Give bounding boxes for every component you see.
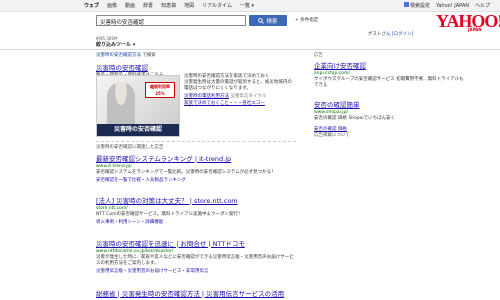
checkbox-icon — [403, 2, 409, 7]
result-url: www.nttdocomo.co.jp/biz/disaster/ — [96, 249, 174, 254]
top-nav: ウェブ 画像 動画 辞書 知恵袋 地図 リアルタイム 一覧 ▾ 検索設定 Yah… — [0, 0, 500, 12]
login-link[interactable]: さん [ログイン] — [382, 32, 414, 37]
result-sublinks[interactable]: 災害用伝言板・災害用音声お届けサービス・非常用伝言 — [96, 268, 296, 274]
search-icon — [258, 17, 265, 24]
header-divider — [0, 49, 500, 50]
featured-sublinks[interactable]: 家族で決めておくこと・・・各社エコー — [184, 101, 294, 107]
safe-search-label: 検索設定 — [409, 3, 430, 9]
ads-label: 広告 — [314, 53, 323, 58]
related-ads-label: 災害時の安否確認に関連した広告 — [96, 141, 296, 150]
page: ウェブ 画像 動画 辞書 知恵袋 地図 リアルタイム 一覧 ▾ 検索設定 Yah… — [0, 0, 500, 300]
result-url: www.it-trend.jp/ — [96, 164, 132, 169]
result-item: 災害時の安否確認を迅速に | お問合せ | NTTドコモ www.nttdoco… — [96, 238, 296, 274]
yahoo-logo-sub: JAPAN — [468, 27, 482, 32]
featured-text: 災害時の安否確認方法を家族で決めておく 災害発生時は大量の電話が殺到すると、被災… — [184, 74, 294, 107]
filter-tools[interactable]: 絞り込みツール ▾ — [96, 41, 135, 48]
result-url: store.ntt.com/ — [96, 206, 128, 211]
conditions-link[interactable]: + 条件指定 — [295, 17, 318, 23]
ad-url: www.shopai.jp/ — [314, 110, 348, 115]
user-guest: ゲスト — [368, 32, 382, 37]
result-item: 総務省 | 災害発生時の安否確認方法 | 災害用伝言サービスの活用 — [96, 288, 296, 298]
ad-url: anpi.cstap.com/ — [314, 71, 350, 76]
featured-title[interactable]: 災害時の安否確認 — [96, 62, 296, 72]
result-title[interactable]: [法人] 災害時の対策は大丈夫？ | store.ntt.com — [96, 195, 296, 205]
tab-list[interactable]: 一覧 ▾ — [240, 2, 254, 9]
tab-chiebukuro[interactable]: 知恵袋 — [161, 2, 176, 9]
featured-link[interactable]: 災害伝言ダイヤル — [230, 94, 266, 99]
result-sublinks[interactable]: 安否確認を一覧で比較・人気製品ランキング — [96, 177, 296, 183]
search-button[interactable]: 検索 — [249, 15, 287, 26]
tab-image[interactable]: 画像 — [107, 2, 117, 9]
breadcrumb: 災害時の安否確認方法 で検索 — [96, 52, 156, 58]
breadcrumb-keyword[interactable]: 災害時の安否確認方法 — [96, 53, 141, 58]
result-item: 最新安否確認システムランキング | it-trend.jp www.it-tre… — [96, 153, 296, 183]
ads-about-link[interactable]: 広告掲載について — [314, 132, 464, 138]
safe-search-checkbox[interactable]: 検索設定 — [403, 2, 430, 9]
ad-title[interactable]: 安否の確認簡単 — [314, 99, 464, 109]
result-item: [法人] 災害時の対策は大丈夫？ | store.ntt.com store.n… — [96, 195, 296, 225]
search-input[interactable]: 災害時の安否確認 — [96, 15, 246, 26]
tab-video[interactable]: 動画 — [125, 2, 135, 9]
tab-dictionary[interactable]: 辞書 — [143, 2, 153, 9]
ad-title[interactable]: 企業向け安否確認 — [314, 60, 464, 70]
result-title[interactable]: 総務省 | 災害発生時の安否確認方法 | 災害用伝言サービスの活用 — [96, 288, 296, 298]
user-row: ゲストさん [ログイン] — [368, 31, 413, 37]
result-title[interactable]: 災害時の安否確認を迅速に | お問合せ | NTTドコモ — [96, 238, 296, 248]
yahoo-japan-link[interactable]: Yahoo! JAPAN — [436, 3, 469, 9]
ad-desc: 安否の確認 価格 Shopaiでいちばん安く — [314, 116, 396, 121]
result-title[interactable]: 最新安否確認システムランキング | it-trend.jp — [96, 153, 296, 163]
featured-badge: 継続利用率 25% — [145, 82, 175, 98]
ad-desc: サイボウズグループの安否確認サービス 初期費用不要、無料トライアルもできる — [314, 77, 464, 88]
result-desc: 災害が発生した時に、家族や友人などに安否確認ができる災害用伝言板・災害用音声お届… — [96, 255, 294, 266]
tab-web[interactable]: ウェブ — [84, 2, 99, 9]
result-desc: NTT Comの安否確認サービス。無料トライアル実施中＆クーポン発行！ — [96, 212, 243, 217]
search-button-label: 検索 — [266, 18, 278, 25]
featured-line: 電話はつながりにくくなります。 — [184, 86, 251, 91]
top-nav-right: 検索設定 Yahoo! JAPAN ヘルプ — [403, 2, 490, 9]
breadcrumb-suffix: で検索 — [142, 53, 156, 58]
vertical-tabs: ウェブ 画像 動画 辞書 知恵袋 地図 リアルタイム 一覧 ▾ — [84, 2, 254, 9]
result-sublinks[interactable]: 導入事例・利用シーン・詳細機能 — [96, 219, 296, 225]
featured-link[interactable]: 災害時の電話利用方法 — [184, 94, 229, 99]
featured-banner: 災害時の安否確認 — [97, 124, 179, 136]
tab-realtime[interactable]: リアルタイム — [202, 2, 232, 9]
person-silhouette-icon — [107, 82, 135, 126]
help-link[interactable]: ヘルプ — [475, 2, 490, 9]
tab-map[interactable]: 地図 — [184, 2, 194, 9]
result-desc: 安否確認システムをランキングで一覧比較。災害時の安否確認システムが必ず見つかる！ — [96, 170, 276, 175]
featured-image[interactable]: 継続利用率 25% 災害時の安否確認 — [96, 75, 180, 137]
ads-column: 広告 企業向け安否確認 anpi.cstap.com/ サイボウズグループの安否… — [314, 52, 464, 138]
